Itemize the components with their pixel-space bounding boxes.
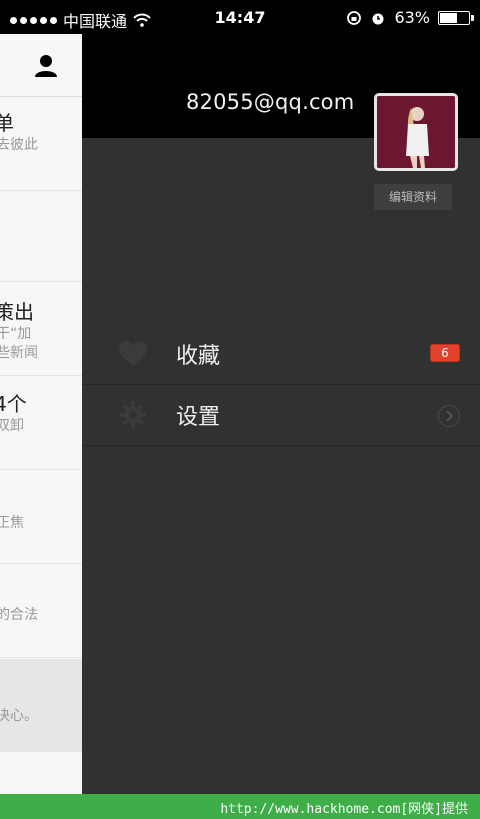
menu-item-label: 收藏 [176,344,221,369]
battery-percent: 63% [394,8,430,27]
feed-item[interactable]: 决心。 [0,659,82,752]
feed-header [0,34,82,97]
feed-item[interactable]: 4个 双卸 [0,376,82,470]
feed-item[interactable] [0,191,82,282]
feed-item-summary: 双卸 [0,418,24,434]
menu-item-favorites[interactable]: 收藏 6 [82,324,480,385]
edit-profile-button[interactable]: 编辑资料 [374,184,452,210]
favorites-count-badge: 6 [430,344,460,362]
side-drawer: 82055@qq.com 编辑资料 收藏 6 设置 [82,34,480,794]
gear-icon [119,401,147,429]
feed-item[interactable]: 策出 干“加 些新闻 [0,282,82,376]
avatar[interactable] [374,93,458,171]
app-screen: 中国联通 14:47 63% 去彼此 出 “加 些新闻 个 卸 焦 的合法 决心… [0,0,480,819]
avatar-photo-icon [377,96,455,168]
status-bar: 中国联通 14:47 63% [0,0,480,34]
menu-item-label: 设置 [176,405,221,430]
feed-item-summary: 正焦 [0,515,24,531]
feed-item[interactable]: 单 去彼此 [0,97,82,191]
news-feed-panel[interactable]: 单 去彼此 策出 干“加 些新闻 4个 双卸 正焦 的合法 决心。 [0,34,83,794]
feed-item-summary: 些新闻 [0,345,38,361]
feed-item-title: 策出 [0,300,34,324]
watermark-text: http://www.hackhome.com[网侠]提供 [220,802,468,817]
feed-item-summary: 的合法 [0,607,38,623]
feed-item-summary: 去彼此 [0,137,38,153]
heart-icon [119,341,147,366]
user-icon[interactable] [32,52,60,80]
feed-item-summary: 决心。 [0,708,38,724]
feed-item-title: 4个 [0,392,27,416]
feed-item-title: 单 [0,107,82,136]
feed-item[interactable]: 的合法 [0,564,82,658]
chevron-right-icon [438,405,460,427]
rotation-lock-icon [347,10,362,25]
battery-icon [438,10,474,25]
status-right: 63% [346,8,474,27]
alarm-icon [372,13,384,24]
menu-item-settings[interactable]: 设置 [82,385,480,446]
feed-item[interactable]: 正焦 [0,470,82,564]
feed-item-summary: 干“加 [0,326,32,342]
watermark-bar: http://www.hackhome.com[网侠]提供 [0,794,480,819]
account-email: 82055@qq.com [186,90,355,114]
